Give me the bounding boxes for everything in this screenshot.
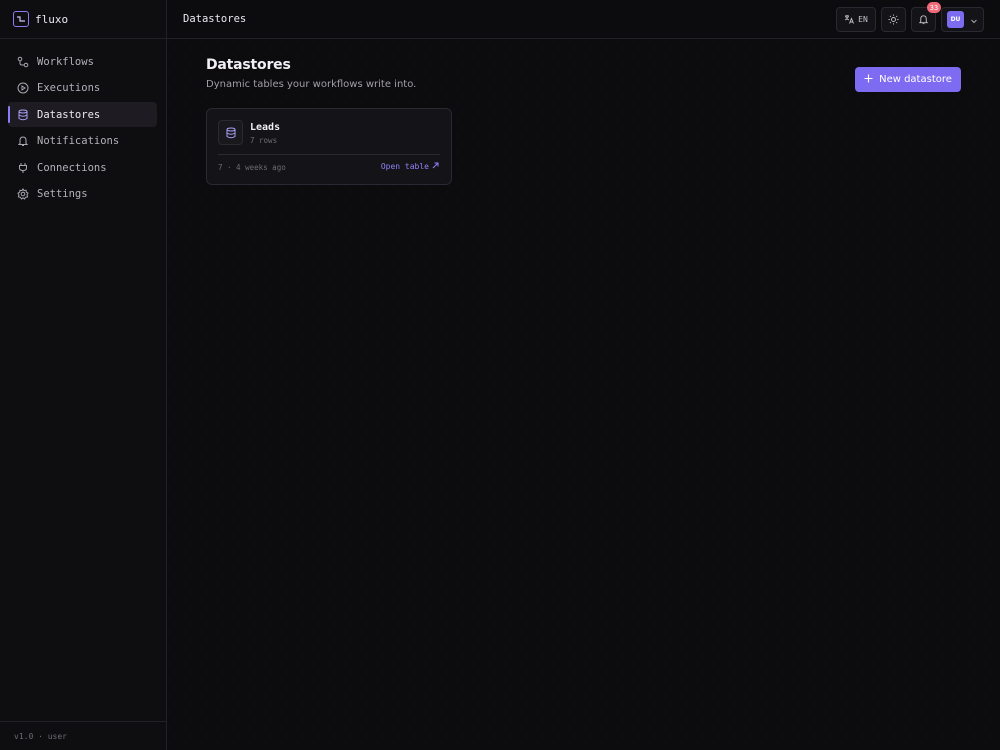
open-table-link[interactable]: Open table (381, 162, 439, 171)
chevron-down-icon (970, 10, 978, 29)
datastore-name: Leads (250, 122, 281, 133)
plug-icon (16, 161, 29, 174)
sidebar-nav: Workflows Executions Datastores Notifica… (0, 39, 166, 207)
header-actions: EN 33 DU (836, 2, 984, 32)
sidebar-item-label: Workflows (37, 55, 94, 68)
play-circle-icon (16, 82, 29, 95)
sidebar-item-label: Connections (37, 161, 107, 174)
sidebar-footer: v1.0 · user (0, 721, 166, 750)
theme-toggle-button[interactable] (881, 7, 906, 32)
sidebar-item-connections[interactable]: Connections (8, 155, 157, 180)
bell-icon (918, 10, 929, 29)
gear-icon (16, 188, 29, 201)
notifications-button[interactable]: 33 (911, 2, 941, 32)
plus-icon (864, 74, 873, 86)
sidebar-item-label: Datastores (37, 108, 101, 121)
brand-name: fluxo (35, 12, 69, 26)
sidebar-item-notifications[interactable]: Notifications (8, 129, 157, 154)
user-menu-button[interactable]: DU (941, 7, 984, 32)
fluxo-logo-icon (13, 11, 29, 27)
database-icon (16, 108, 29, 121)
top-bar: Datastores EN 33 DU (167, 0, 1000, 39)
page-title: Datastores (206, 57, 291, 73)
new-datastore-label: New datastore (879, 74, 952, 85)
language-button[interactable]: EN (836, 7, 876, 32)
brand[interactable]: fluxo (0, 0, 166, 39)
bell-icon (16, 135, 29, 148)
sidebar-item-label: Notifications (37, 135, 120, 147)
header-title: Datastores (183, 13, 247, 25)
sidebar-item-label: Executions (37, 82, 101, 94)
new-datastore-button[interactable]: New datastore (855, 67, 961, 92)
sidebar-item-datastores[interactable]: Datastores (8, 102, 157, 127)
datastore-row-count: 7 rows (250, 136, 278, 145)
workflow-icon (16, 55, 29, 68)
main-content: Datastores Dynamic tables your workflows… (167, 40, 1000, 750)
language-label: EN (858, 15, 868, 24)
sidebar-item-settings[interactable]: Settings (8, 182, 157, 207)
sidebar-item-executions[interactable]: Executions (8, 76, 157, 101)
card-divider (218, 154, 440, 155)
datastore-card[interactable]: Leads 7 rows 7 · 4 weeks ago Open table (206, 108, 452, 185)
sidebar: fluxo Workflows Executions Datastores No… (0, 0, 167, 750)
arrow-up-right-icon (432, 162, 439, 171)
translate-icon (844, 14, 855, 26)
database-icon (218, 120, 243, 145)
sidebar-item-label: Settings (37, 188, 88, 200)
sidebar-item-workflows[interactable]: Workflows (8, 49, 157, 74)
notification-count-badge: 33 (927, 2, 941, 13)
sun-icon (888, 10, 899, 29)
avatar: DU (947, 11, 964, 28)
page-subtitle: Dynamic tables your workflows write into… (206, 79, 417, 90)
open-table-label: Open table (380, 162, 429, 171)
datastore-meta: 7 · 4 weeks ago (218, 163, 286, 172)
